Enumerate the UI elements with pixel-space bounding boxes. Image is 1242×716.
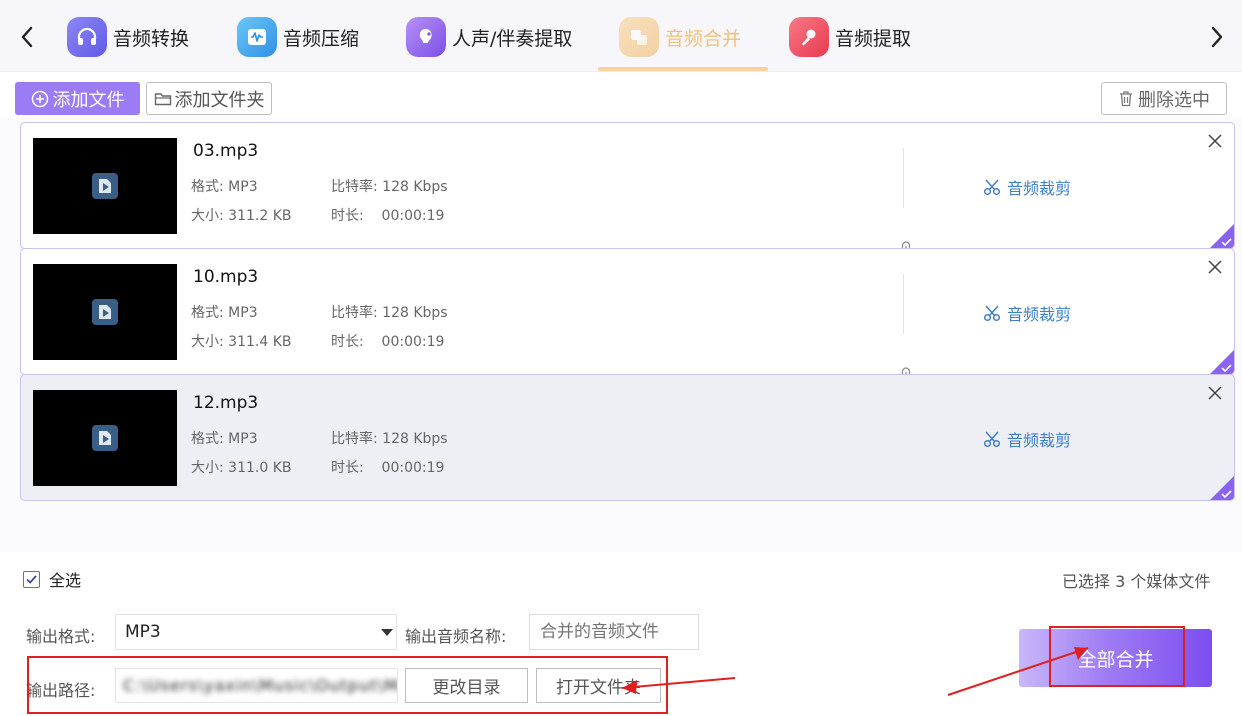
microphone-icon bbox=[789, 17, 829, 57]
dropdown-caret-icon bbox=[381, 629, 393, 636]
tab-label: 音频合并 bbox=[665, 27, 742, 50]
add-folder-label: 添加文件夹 bbox=[174, 89, 265, 111]
file-size: 大小: 311.2 KB bbox=[191, 208, 292, 224]
remove-file-button[interactable] bbox=[1208, 133, 1228, 153]
output-format-value: MP3 bbox=[125, 622, 161, 642]
audio-trim-label: 音频裁剪 bbox=[1007, 179, 1072, 198]
selected-check-icon bbox=[1210, 476, 1234, 500]
card-divider bbox=[903, 274, 904, 334]
file-card[interactable]: 10.mp3 格式: MP3 比特率: 128 Kbps 大小: 311.4 K… bbox=[20, 248, 1235, 375]
selected-check-icon bbox=[1210, 224, 1234, 248]
file-card[interactable]: 12.mp3 格式: MP3 比特率: 128 Kbps 大小: 311.0 K… bbox=[20, 374, 1235, 501]
tab-vocal-extract[interactable]: 人声/伴奏提取 bbox=[406, 14, 572, 60]
audio-trim-button[interactable]: 音频裁剪 bbox=[983, 427, 1071, 451]
scissors-icon bbox=[983, 431, 1001, 448]
add-file-label: 添加文件 bbox=[52, 89, 125, 111]
audio-trim-label: 音频裁剪 bbox=[1007, 305, 1072, 324]
audio-trim-button[interactable]: 音频裁剪 bbox=[983, 175, 1071, 199]
output-format-label: 输出格式: bbox=[26, 627, 96, 646]
file-card[interactable]: 03.mp3 格式: MP3 比特率: 128 Kbps 大小: 311.2 K… bbox=[20, 122, 1235, 249]
file-name: 03.mp3 bbox=[193, 141, 259, 161]
tabs-prev-button[interactable] bbox=[12, 20, 42, 54]
active-tab-indicator bbox=[598, 67, 768, 71]
merge-icon bbox=[619, 17, 659, 57]
close-icon bbox=[1208, 134, 1222, 148]
select-all-checkbox[interactable]: 全选 bbox=[23, 567, 81, 591]
selected-count-text: 已选择 3 个媒体文件 bbox=[1062, 572, 1211, 591]
tab-label: 音频压缩 bbox=[283, 27, 360, 50]
file-duration: 时长: 00:00:19 bbox=[331, 208, 445, 224]
tab-label: 音频转换 bbox=[113, 27, 190, 50]
card-divider bbox=[903, 148, 904, 208]
delete-selected-button[interactable]: 删除选中 bbox=[1101, 82, 1227, 115]
output-name-label: 输出音频名称: bbox=[405, 627, 507, 646]
file-duration: 时长: 00:00:19 bbox=[331, 334, 445, 350]
folder-icon bbox=[154, 92, 171, 105]
tab-audio-convert[interactable]: 音频转换 bbox=[67, 14, 189, 60]
add-folder-button[interactable]: 添加文件夹 bbox=[146, 82, 272, 115]
close-icon bbox=[1208, 386, 1222, 400]
audio-file-icon bbox=[92, 299, 118, 325]
remove-file-button[interactable] bbox=[1208, 259, 1228, 279]
file-thumbnail bbox=[33, 264, 177, 360]
file-format: 格式: MP3 bbox=[191, 431, 258, 447]
scissors-icon bbox=[983, 179, 1001, 196]
tab-audio-compress[interactable]: 音频压缩 bbox=[237, 14, 359, 60]
scissors-icon bbox=[983, 305, 1001, 322]
audio-trim-label: 音频裁剪 bbox=[1007, 431, 1072, 450]
checkmark-icon bbox=[26, 574, 37, 584]
tab-label: 音频提取 bbox=[835, 27, 912, 50]
output-format-select[interactable]: MP3 bbox=[115, 614, 397, 650]
file-size: 大小: 311.0 KB bbox=[191, 460, 292, 476]
selected-check-icon bbox=[1210, 350, 1234, 374]
file-thumbnail bbox=[33, 138, 177, 234]
file-format: 格式: MP3 bbox=[191, 305, 258, 321]
plus-circle-icon bbox=[31, 90, 48, 107]
annotation-merge-highlight bbox=[1049, 626, 1185, 687]
feature-tab-bar: 音频转换 音频压缩 人声/伴奏提取 音频合并 音频提取 bbox=[0, 0, 1242, 72]
file-name: 12.mp3 bbox=[193, 393, 259, 413]
select-all-label: 全选 bbox=[49, 571, 82, 590]
chevron-right-icon bbox=[1211, 26, 1223, 48]
file-bitrate: 比特率: 128 Kbps bbox=[331, 431, 448, 447]
chevron-left-icon bbox=[21, 26, 33, 48]
audio-file-icon bbox=[92, 425, 118, 451]
tabs-next-button[interactable] bbox=[1202, 20, 1232, 54]
annotation-path-highlight bbox=[27, 656, 668, 714]
file-bitrate: 比特率: 128 Kbps bbox=[331, 179, 448, 195]
audio-trim-button[interactable]: 音频裁剪 bbox=[983, 301, 1071, 325]
file-bitrate: 比特率: 128 Kbps bbox=[331, 305, 448, 321]
add-file-button[interactable]: 添加文件 bbox=[15, 82, 140, 115]
file-name: 10.mp3 bbox=[193, 267, 259, 287]
file-thumbnail bbox=[33, 390, 177, 486]
close-icon bbox=[1208, 260, 1222, 274]
output-name-input[interactable] bbox=[529, 614, 699, 650]
file-format: 格式: MP3 bbox=[191, 179, 258, 195]
tab-audio-merge[interactable]: 音频合并 bbox=[619, 14, 741, 60]
audio-file-icon bbox=[92, 173, 118, 199]
delete-selected-label: 删除选中 bbox=[1138, 89, 1210, 111]
headphones-icon bbox=[67, 17, 107, 57]
tab-label: 人声/伴奏提取 bbox=[452, 27, 573, 50]
remove-file-button[interactable] bbox=[1208, 385, 1228, 405]
voice-icon bbox=[406, 17, 446, 57]
file-duration: 时长: 00:00:19 bbox=[331, 460, 445, 476]
trash-icon bbox=[1120, 91, 1132, 107]
waveform-icon bbox=[237, 17, 277, 57]
checkbox-box bbox=[23, 570, 40, 588]
file-size: 大小: 311.4 KB bbox=[191, 334, 292, 350]
tab-audio-extract[interactable]: 音频提取 bbox=[789, 14, 911, 60]
